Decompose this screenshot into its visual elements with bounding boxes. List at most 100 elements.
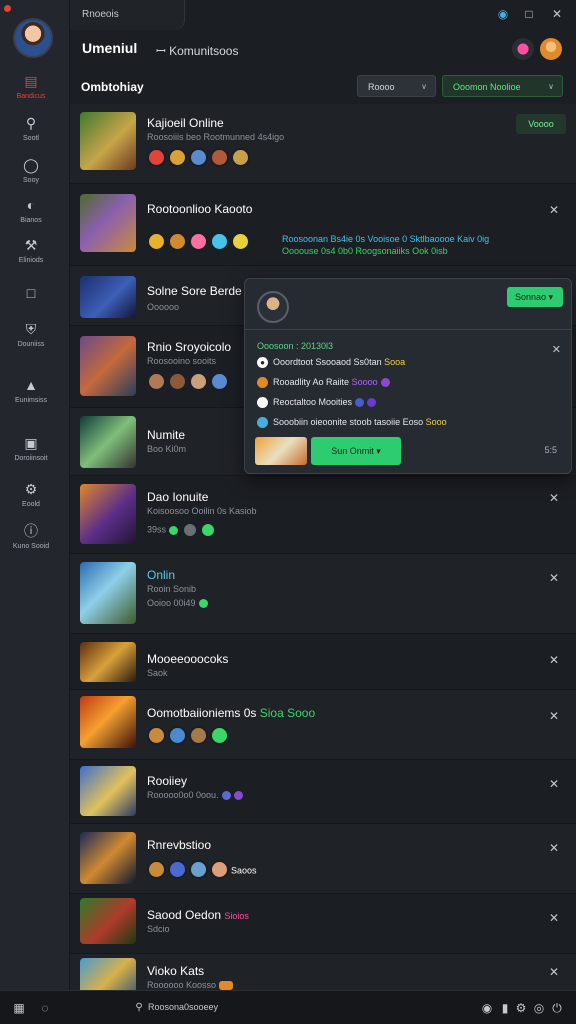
- close-icon[interactable]: ✕: [552, 343, 561, 356]
- popover-line: Rooadlity Ao Raiite Soooo: [257, 377, 390, 389]
- sidebar-item-label: Bianos: [20, 217, 42, 224]
- tab-main[interactable]: Rnoeois: [70, 0, 185, 30]
- list-item[interactable]: Rootoonlioo Kaooto Roosoonan Bs4ie 0s Vo…: [70, 184, 576, 266]
- game-thumbnail: [80, 336, 136, 396]
- target-icon[interactable]: ◎: [532, 1001, 546, 1015]
- game-thumbnail: [80, 484, 136, 544]
- popover-thumbnail: [255, 437, 307, 465]
- sidebar-item-label: Sootl: [23, 135, 39, 142]
- close-icon[interactable]: ✕: [548, 778, 560, 790]
- list-item[interactable]: Vioko Kats Roooooo Koosso ✕: [70, 954, 576, 990]
- sidebar-item-5[interactable]: □: [0, 284, 62, 305]
- brand-title: Umeniul: [82, 40, 137, 56]
- list-item[interactable]: Rnrevbstioo Saoos ✕: [70, 824, 576, 894]
- notification-icon[interactable]: [512, 38, 534, 60]
- filter-select[interactable]: Roooo ∨: [357, 75, 436, 97]
- close-icon[interactable]: ✕: [548, 492, 560, 504]
- row-note: Oooouse 0s4 0b0 Roogsonaiiks Ook 0isb: [282, 246, 448, 256]
- power-icon[interactable]: ⏻: [550, 1001, 564, 1015]
- popover-line-text: Ooordtoot Ssooaod Ss0tan: [273, 357, 382, 367]
- globe-icon[interactable]: ◌: [38, 1001, 52, 1015]
- sync-icon[interactable]: ◉: [496, 7, 510, 21]
- row-meta: Roooooo Koosso: [147, 980, 217, 990]
- profile-avatar[interactable]: [540, 38, 562, 60]
- popover-cta-label: Sun Onmit: [331, 446, 374, 456]
- sidebar-item-4[interactable]: ⚒ Eliniods: [0, 236, 62, 264]
- close-icon[interactable]: ✕: [548, 912, 560, 924]
- member-avatars: [147, 232, 252, 252]
- grid-icon[interactable]: ▦: [12, 1001, 26, 1015]
- sidebar-item-2[interactable]: ◯ Sooy: [0, 156, 62, 184]
- row-subtitle: Roooooo Koosso: [147, 980, 234, 990]
- folder-icon: ▤: [24, 73, 38, 89]
- row-subtitle: Sdcio: [147, 924, 170, 934]
- close-icon[interactable]: ✕: [548, 572, 560, 584]
- gauge-icon: ◐: [26, 197, 36, 213]
- search-icon[interactable]: ⚲: [132, 1001, 146, 1015]
- popover-line-accent: Sooo: [425, 417, 447, 427]
- list-item[interactable]: Onlin Rooin Sonib Ooioo 00i49 ✕: [70, 554, 576, 634]
- maximize-icon[interactable]: □: [522, 7, 536, 21]
- row-subtitle: Rooin Sonib: [147, 584, 197, 594]
- sidebar-item-label: Kuno Sooid: [12, 543, 50, 550]
- sort-select[interactable]: Ooomon Noolioe ∨: [442, 75, 563, 97]
- member-avatars: [147, 148, 252, 168]
- game-thumbnail: [80, 194, 136, 252]
- popover-date: Ooosoon : 20130l3: [257, 341, 334, 351]
- list-item[interactable]: Dao Ionuite Koisoosoo Ooilin 0s Kasiob 3…: [70, 476, 576, 554]
- game-thumbnail: [80, 112, 136, 170]
- game-thumbnail: [80, 898, 136, 944]
- info-icon: ⓘ: [24, 523, 38, 539]
- tag-icon: ▲: [24, 377, 38, 393]
- sidebar-item-label: Eliniods: [18, 257, 44, 264]
- list-item[interactable]: Mooeeooocoks Saok ✕: [70, 634, 576, 690]
- sidebar-item-8[interactable]: ▣ Doroiinsoit: [0, 434, 62, 462]
- list-item[interactable]: Rooiiey Rooooo0o0 0oou. ✕: [70, 760, 576, 824]
- pause-icon[interactable]: ▮: [498, 1001, 512, 1015]
- popover-line-accent: Sooa: [384, 357, 406, 367]
- sidebar-item-9[interactable]: ⚙ Eoold: [0, 480, 62, 508]
- close-icon[interactable]: ✕: [550, 7, 564, 21]
- popover-line: ● Ooordtoot Ssooaod Ss0tan Sooa: [257, 357, 406, 369]
- row-title: Mooeeooocoks: [147, 652, 229, 666]
- row-title: Dao Ionuite: [147, 490, 209, 504]
- row-title-accent: Sioa Sooo: [259, 706, 316, 720]
- row-title: Numite: [147, 428, 186, 442]
- popover-action-button[interactable]: Sonnao ▾: [507, 287, 563, 307]
- row-subtitle: Roosooino sooits: [147, 356, 217, 366]
- game-thumbnail: [80, 562, 136, 624]
- row-note-line-2: Oooouse 0s4 0b0 Roogsonaiiks Ook 0isb: [282, 246, 448, 256]
- close-icon[interactable]: ✕: [548, 842, 560, 854]
- close-icon[interactable]: ✕: [548, 204, 560, 216]
- record-icon[interactable]: ◉: [480, 1001, 494, 1015]
- row-title: Rnio Sroyoicolo: [147, 340, 232, 354]
- popover-cta-button[interactable]: Sun Onmit ▾: [311, 437, 401, 465]
- game-thumbnail: [80, 276, 136, 318]
- game-thumbnail: [80, 696, 136, 748]
- row-title: Kajioeil Online: [147, 116, 224, 130]
- row-title: Rootoonlioo Kaooto: [147, 202, 253, 216]
- list-item[interactable]: Saood Oedon Sioios Sdcio ✕: [70, 894, 576, 954]
- list-item[interactable]: Oomotbaiioniems 0s Sioa Sooo ✕: [70, 690, 576, 760]
- sidebar-item-label: Sooy: [23, 177, 39, 184]
- popover-line-text: Rooadlity Ao Raiite: [273, 377, 350, 387]
- sidebar-item-10[interactable]: ⓘ Kuno Sooid: [0, 522, 62, 550]
- sidebar-item-1[interactable]: ⚲ Sootl: [0, 114, 62, 142]
- list-item[interactable]: Kajioeil Online Roosoiiis beo Rootmunned…: [70, 104, 576, 184]
- section-title: Ombtohiay: [81, 80, 144, 94]
- close-icon[interactable]: ✕: [548, 710, 560, 722]
- close-icon[interactable]: ✕: [548, 966, 560, 978]
- game-thumbnail: [80, 766, 136, 816]
- settings-icon[interactable]: ⚙: [514, 1001, 528, 1015]
- popover-line: Sooobiin oieoonite stoob tasoiie Eoso So…: [257, 417, 447, 429]
- sidebar-item-3[interactable]: ◐ Bianos: [0, 196, 62, 224]
- row-subtitle: Oooooo: [147, 302, 180, 312]
- row-title: Oomotbaiioniems 0s Sioa Sooo: [147, 706, 315, 720]
- sidebar-item-7[interactable]: ▲ Eunimsiss: [0, 376, 62, 404]
- sidebar-item-6[interactable]: ⛨ Douniiss: [0, 320, 62, 348]
- sidebar-item-0[interactable]: ▤ Bandicus: [0, 72, 62, 100]
- popover-corner-text: 5:5: [544, 445, 557, 455]
- close-icon[interactable]: ✕: [548, 654, 560, 666]
- user-avatar[interactable]: [13, 18, 53, 58]
- close-window-dot[interactable]: [4, 5, 11, 12]
